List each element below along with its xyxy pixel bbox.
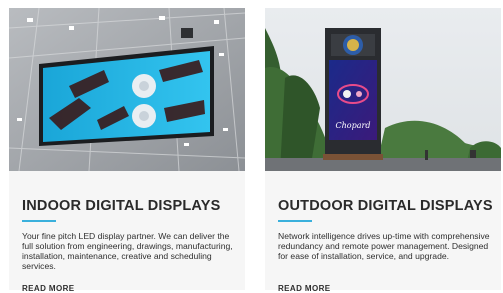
outdoor-display-image[interactable]: Chopard bbox=[265, 8, 501, 171]
indoor-display-image[interactable] bbox=[9, 8, 245, 171]
card-title: OUTDOOR DIGITAL DISPLAYS bbox=[278, 198, 493, 214]
card-description: Network intelligence drives up-time with… bbox=[278, 231, 490, 261]
title-underline bbox=[278, 220, 312, 222]
indoor-card[interactable]: INDOOR DIGITAL DISPLAYS Your fine pitch … bbox=[9, 8, 245, 293]
title-underline bbox=[22, 220, 56, 222]
card-description: Your fine pitch LED display partner. We … bbox=[22, 231, 233, 271]
outdoor-card[interactable]: Chopard OUTDOOR DIGITAL DISPLAYS Network… bbox=[265, 8, 501, 293]
chopard-logo: Chopard bbox=[336, 121, 371, 130]
card-title: INDOOR DIGITAL DISPLAYS bbox=[22, 198, 221, 214]
